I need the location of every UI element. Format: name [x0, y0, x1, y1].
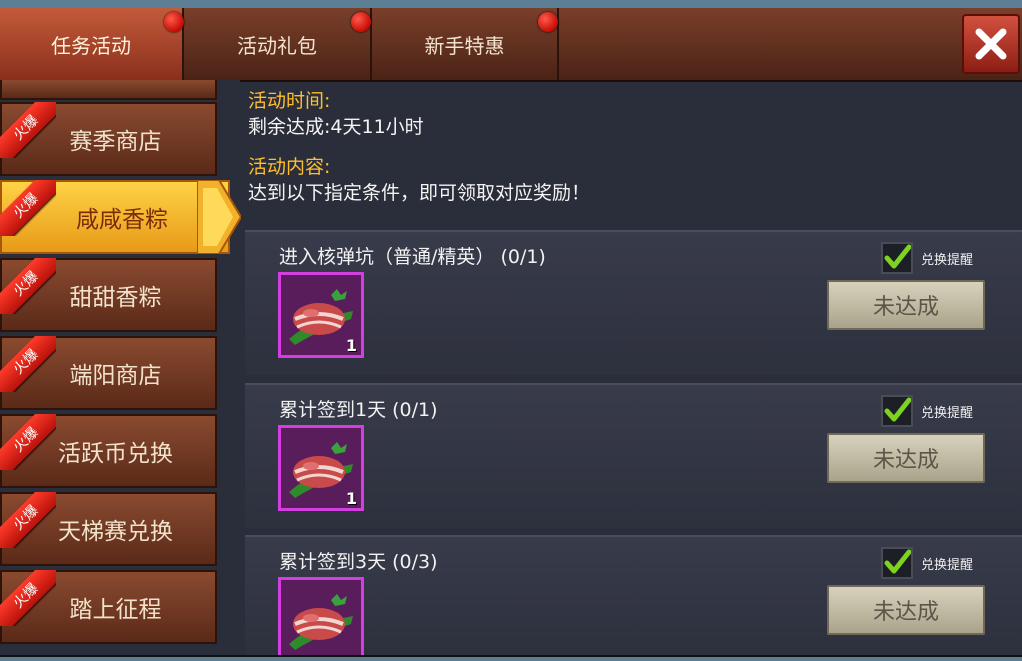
tab-label: 活动礼包 [237, 33, 317, 58]
sidebar-item-label: 天梯赛兑换 [58, 519, 173, 545]
close-x-icon [975, 28, 1007, 60]
exchange-reminder[interactable]: 兑换提醒 [881, 242, 973, 274]
reminder-label: 兑换提醒 [921, 405, 974, 421]
sidebar: 赛季商店 火爆 咸咸香粽 火爆 甜甜香粽 火爆 端阳商店 火爆 活跃币兑换 火爆… [0, 80, 241, 653]
sidebar-item-label: 甜甜香粽 [69, 285, 162, 311]
reminder-checkbox[interactable] [881, 395, 913, 427]
reward-item[interactable] [278, 577, 364, 655]
sidebar-item-label: 咸咸香粽 [76, 207, 168, 233]
task-title: 累计签到3天 (0/3) [279, 551, 438, 573]
exchange-reminder[interactable]: 兑换提醒 [881, 547, 973, 579]
status-button[interactable]: 未达成 [827, 585, 985, 635]
hot-tag: 火爆 [0, 570, 56, 626]
hot-tag: 火爆 [0, 180, 56, 236]
time-label: 活动时间: [248, 90, 331, 112]
sidebar-item-label: 端阳商店 [69, 363, 162, 389]
close-button[interactable] [962, 14, 1020, 74]
hot-tag: 火爆 [0, 258, 56, 314]
status-button[interactable]: 未达成 [827, 280, 985, 330]
notification-dot [164, 12, 184, 32]
sidebar-item-partial [0, 80, 217, 100]
tab-label: 新手特惠 [424, 33, 505, 58]
exchange-reminder[interactable]: 兑换提醒 [881, 395, 973, 427]
tab-activity-gift[interactable]: 活动礼包 [184, 8, 372, 80]
tab-bar: 任务活动 活动礼包 新手特惠 [0, 8, 1022, 82]
notification-dot [351, 12, 371, 32]
content-value: 达到以下指定条件，即可领取对应奖励！ [248, 182, 591, 204]
task-title: 进入核弹坑（普通/精英） (0/1) [279, 246, 546, 268]
status-button[interactable]: 未达成 [827, 433, 985, 483]
reminder-checkbox[interactable] [881, 547, 913, 579]
task-row: 累计签到1天 (0/1) 1 兑换提醒 未达成 [245, 383, 1022, 528]
reward-count: 1 [345, 336, 357, 355]
hot-tag: 火爆 [0, 336, 56, 392]
reminder-checkbox[interactable] [881, 242, 913, 274]
tab-label: 任务活动 [51, 33, 131, 58]
sidebar-item-label: 赛季商店 [69, 129, 162, 155]
checkmark-icon [884, 549, 912, 574]
event-content: 活动时间: 剩余达成:4天11小时 活动内容: 达到以下指定条件，即可领取对应奖… [245, 80, 1022, 655]
task-title: 累计签到1天 (0/1) [279, 399, 438, 421]
time-value: 剩余达成:4天11小时 [248, 116, 424, 138]
reward-count: 1 [345, 489, 357, 508]
task-row: 累计签到3天 (0/3) 兑换提醒 未达成 [245, 535, 1022, 655]
reminder-label: 兑换提醒 [921, 557, 974, 573]
meat-icon [289, 594, 353, 650]
tab-task-activity[interactable]: 任务活动 [0, 8, 184, 80]
reward-item[interactable]: 1 [278, 425, 364, 511]
tab-newbie-offer[interactable]: 新手特惠 [372, 8, 559, 80]
hot-tag: 火爆 [0, 414, 56, 470]
hot-tag: 火爆 [0, 102, 56, 158]
reminder-label: 兑换提醒 [921, 252, 974, 268]
reward-item[interactable]: 1 [278, 272, 364, 358]
sidebar-item-label: 活跃币兑换 [58, 441, 173, 467]
active-arrow-icon [197, 180, 241, 254]
content-label: 活动内容: [248, 156, 331, 178]
hot-tag: 火爆 [0, 492, 56, 548]
task-row: 进入核弹坑（普通/精英） (0/1) 1 兑换提醒 未达成 [245, 230, 1022, 375]
checkmark-icon [884, 397, 912, 422]
notification-dot [538, 12, 558, 32]
sidebar-item-label: 踏上征程 [69, 597, 162, 623]
checkmark-icon [884, 244, 912, 269]
